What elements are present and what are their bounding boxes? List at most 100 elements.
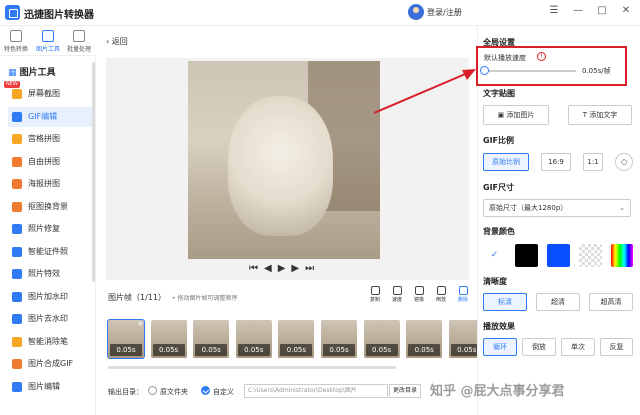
- sidebar-item-label: 屏幕截图: [28, 89, 60, 98]
- sidebar-item[interactable]: 照片特效: [8, 264, 92, 284]
- frame-thumbnail[interactable]: 0.05s: [193, 320, 230, 358]
- speed-slider-knob[interactable]: [480, 66, 489, 75]
- bg-color-title: 背景颜色: [483, 227, 515, 236]
- ratio-1-1-button[interactable]: 1:1: [583, 153, 603, 171]
- sidebar-item[interactable]: 图片加水印: [8, 287, 92, 307]
- frame-thumbnail[interactable]: 0.05s: [235, 320, 272, 358]
- app-logo-icon: [5, 5, 20, 20]
- sidebar-item[interactable]: 抠图换背景: [8, 197, 92, 217]
- radio-original-label: 原文件夹: [160, 388, 188, 396]
- close-icon[interactable]: ✕: [619, 5, 633, 16]
- tool-icon: [12, 269, 22, 279]
- frame-duration[interactable]: 0.05s: [237, 344, 270, 356]
- sidebar-item-label: 照片修复: [28, 224, 60, 233]
- delete-frame-button[interactable]: 删除: [454, 286, 472, 303]
- bg-black-swatch[interactable]: [515, 244, 538, 267]
- frame-duration[interactable]: 0.05s: [110, 344, 142, 356]
- remove-frame-icon[interactable]: ✕: [137, 320, 143, 328]
- sidebar-item[interactable]: 海报拼图: [8, 174, 92, 194]
- avatar-icon[interactable]: [408, 4, 424, 20]
- size-select[interactable]: 原始尺寸（最大1280p） ⌄: [483, 199, 631, 217]
- speed-slider[interactable]: [484, 70, 576, 72]
- change-dir-button[interactable]: 更改目录: [389, 384, 421, 398]
- sidebar-item-label: 海报拼图: [28, 179, 60, 188]
- category-title: ▦ 图片工具: [8, 68, 56, 78]
- output-path-input[interactable]: C:\Users\Administrator\Desktop\图片: [244, 384, 388, 398]
- ratio-original-button[interactable]: 原始比例: [483, 153, 529, 171]
- sidebar-item[interactable]: 智能消除笔: [8, 332, 92, 352]
- login-link[interactable]: 登录/注册: [427, 7, 462, 18]
- tool-icon: [12, 201, 22, 212]
- watermark: 知乎 @屁大点事分享君: [430, 384, 565, 399]
- sidebar-item[interactable]: 自由拼图: [8, 152, 92, 172]
- sidebar-item[interactable]: 智能证件照: [8, 242, 92, 262]
- ratio-circle-button[interactable]: ○: [615, 153, 633, 171]
- frame-duration[interactable]: 0.05s: [195, 344, 228, 356]
- copy-frame-button[interactable]: 复制: [366, 286, 384, 303]
- sidebar-item[interactable]: 图片去水印: [8, 309, 92, 329]
- sidebar-item[interactable]: 图片编辑: [8, 377, 92, 397]
- sidebar-item[interactable]: 屏幕截图: [8, 84, 92, 104]
- frames-scrollbar[interactable]: [108, 366, 396, 369]
- minimize-icon[interactable]: —: [571, 5, 585, 16]
- play-bounce-button[interactable]: 反复: [600, 338, 633, 356]
- frame-thumbnail[interactable]: 0.05s: [363, 320, 400, 358]
- sidebar-item[interactable]: GIF编辑: [8, 106, 92, 127]
- bg-transparent-swatch[interactable]: [579, 244, 602, 267]
- tab-batch[interactable]: 批量处理: [64, 30, 94, 53]
- frame-duration[interactable]: 0.05s: [323, 344, 355, 356]
- frame-thumbnail[interactable]: 0.05s: [321, 320, 357, 358]
- sidebar-item-label: 宫格拼图: [28, 134, 60, 143]
- play-loop-button[interactable]: 循环: [483, 338, 517, 356]
- sidebar-tabs: 特色转换 图片工具 批量处理: [0, 26, 96, 56]
- tab-image-tools[interactable]: 图片工具: [33, 30, 63, 53]
- play-reverse-button[interactable]: 倒放: [522, 338, 556, 356]
- frame-duration[interactable]: 0.05s: [408, 344, 441, 356]
- radio-original-folder[interactable]: [148, 386, 157, 395]
- sidebar-item-label: 照片特效: [28, 269, 60, 278]
- menu-icon[interactable]: ☰: [547, 5, 561, 16]
- frame-thumbnail[interactable]: 0.05s ✕: [107, 319, 145, 359]
- tab-special-convert[interactable]: 特色转换: [1, 30, 31, 53]
- bg-custom-color-swatch[interactable]: [611, 244, 633, 267]
- info-icon[interactable]: !: [537, 52, 546, 61]
- bg-blue-swatch[interactable]: [547, 244, 570, 267]
- frame-thumbnail[interactable]: 0.05s: [406, 320, 443, 358]
- tools-icon: [42, 30, 54, 42]
- frame-duration[interactable]: 0.05s: [152, 344, 185, 356]
- radio-custom-folder[interactable]: [201, 386, 210, 395]
- frame-thumbnail[interactable]: 0.05s: [278, 320, 315, 358]
- sidebar-item-label: GIF编辑: [28, 111, 58, 121]
- title-bar: 迅捷图片转换器 登录/注册 ☰ — □ ✕: [0, 0, 640, 26]
- speed-frame-button[interactable]: 速度: [388, 286, 406, 303]
- clarity-hd-button[interactable]: 超清: [536, 293, 580, 311]
- playback-controls[interactable]: ⏮◀▶▶⏭: [249, 263, 320, 274]
- frame-duration[interactable]: 0.05s: [280, 344, 313, 356]
- sidebar-item[interactable]: 照片修复: [8, 219, 92, 239]
- clarity-sd-button[interactable]: 标清: [483, 293, 527, 311]
- frame-duration[interactable]: 0.05s: [365, 344, 398, 356]
- sidebar-scrollbar[interactable]: [92, 62, 95, 282]
- sidebar-item-label: 抠图换背景: [28, 201, 68, 211]
- reverse-frame-button[interactable]: 倒放: [432, 286, 450, 303]
- sidebar-item-label: 图片去水印: [28, 314, 68, 323]
- ratio-16-9-button[interactable]: 16:9: [541, 153, 571, 171]
- add-text-button[interactable]: T 添加文字: [568, 105, 632, 125]
- mirror-frame-button[interactable]: 镜像: [410, 286, 428, 303]
- reverse-icon: [436, 286, 446, 295]
- delete-icon: [458, 286, 468, 295]
- sidebar-item-label: 自由拼图: [28, 156, 60, 166]
- tool-icon: [12, 336, 22, 347]
- bg-none-swatch[interactable]: ✓: [483, 244, 506, 267]
- back-button[interactable]: ‹ 返回: [106, 36, 128, 47]
- add-image-button[interactable]: ▣ 添加图片: [483, 105, 549, 125]
- sidebar-item-label: 图片加水印: [28, 291, 68, 301]
- sidebar-item[interactable]: 图片合成GIF: [8, 354, 92, 374]
- tool-icon: [12, 359, 22, 369]
- sidebar-item[interactable]: 宫格拼图: [8, 129, 92, 149]
- clarity-uhd-button[interactable]: 超高清: [589, 293, 633, 311]
- frame-thumbnail[interactable]: 0.05s: [150, 320, 187, 358]
- maximize-icon[interactable]: □: [595, 5, 609, 16]
- convert-icon: [10, 30, 22, 42]
- play-once-button[interactable]: 单次: [561, 338, 595, 356]
